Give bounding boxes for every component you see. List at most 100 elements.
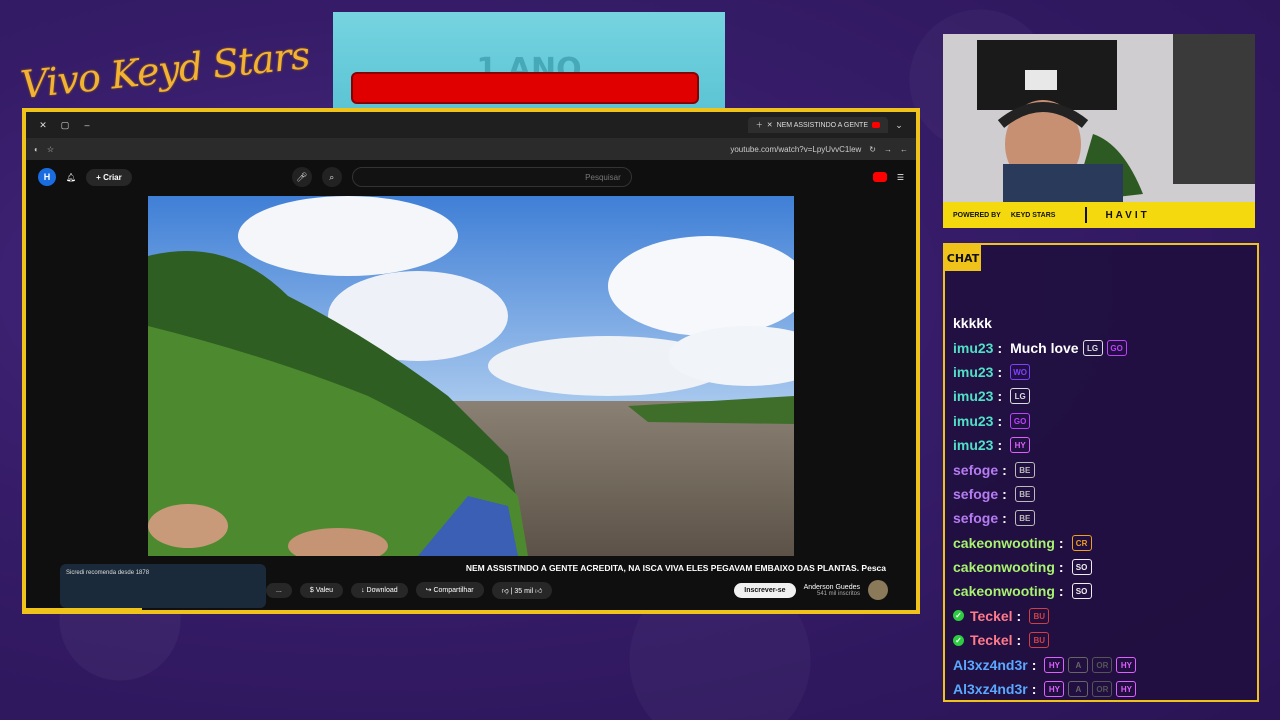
chat-separator: : <box>1031 656 1037 673</box>
reload-icon[interactable]: ↻ <box>869 145 876 154</box>
sponsor-bar: POWERED BY KEYD STARS HAVIT <box>943 202 1255 228</box>
anniversary-banner: 1 ANO <box>333 12 725 108</box>
chat-message: Al3xz4nd3r: HY A OR HY <box>953 652 1249 676</box>
mic-icon[interactable]: 🎤︎ <box>291 167 312 187</box>
chat-username[interactable]: Teckel <box>970 608 1013 624</box>
subscribe-button[interactable]: Inscrever-se <box>734 582 796 598</box>
emote-hype-icon: HY <box>1010 437 1031 454</box>
share-label: Compartilhar <box>433 587 474 594</box>
share-button[interactable]: ↪ Compartilhar <box>415 582 484 598</box>
powered-by-label: POWERED BY <box>953 211 1001 219</box>
video-title: NEM ASSISTINDO A GENTE ACREDITA, NA ISCA… <box>465 563 886 573</box>
sponsor-divider <box>1085 207 1088 223</box>
emote-hype-icon: HY <box>1044 681 1065 698</box>
chat-username[interactable]: Teckel <box>970 632 1013 648</box>
search-input[interactable]: Pesquisar <box>351 167 632 187</box>
forward-icon[interactable]: → <box>884 145 892 154</box>
chat-message: ✓ Teckel: BU <box>953 628 1249 652</box>
chat-username[interactable]: imu23 <box>953 340 993 356</box>
chat-username[interactable]: imu23 <box>953 437 993 453</box>
emote-crown-icon: CR <box>1071 534 1092 551</box>
account-avatar[interactable]: H <box>38 168 56 186</box>
chat-text: kkkkk <box>953 315 992 332</box>
chat-text: Much love <box>1010 339 1079 356</box>
channel-avatar[interactable] <box>868 580 888 600</box>
new-tab-icon[interactable]: ＋ <box>756 120 763 130</box>
chat-separator: : <box>1002 510 1007 527</box>
thanks-label: Valeu <box>315 586 334 594</box>
chat-username[interactable]: cakeonwooting <box>953 583 1055 599</box>
emote-sock-icon: SO <box>1071 559 1092 576</box>
chat-panel: CHAT kkkkk imu23: Much love LG GO imu23: WO imu… <box>943 243 1259 702</box>
chat-messages: kkkkk imu23: Much love LG GO imu23: WO imu23: LG… <box>953 311 1249 701</box>
ad-card[interactable]: Sicredi recomenda desde 1878 <box>60 564 266 608</box>
chat-message: Al3xz4nd3r: HY A OR HY <box>953 677 1249 701</box>
chat-separator: : <box>1058 559 1064 576</box>
chat-message: sefoge: BE <box>953 506 1249 530</box>
search-placeholder: Pesquisar <box>585 172 621 182</box>
emote-a-icon: A <box>1068 681 1089 698</box>
emote-bus-icon: BU <box>1029 632 1050 649</box>
chat-username[interactable]: imu23 <box>953 413 993 429</box>
like-dislike-button[interactable]: 👎︎ | 35 mil 👍︎ <box>491 581 553 599</box>
chat-message: cakeonwooting: CR <box>953 531 1249 555</box>
keyd-logo: KEYD STARS <box>1010 211 1056 219</box>
chat-separator: : <box>997 388 1003 405</box>
download-button[interactable]: ↓ Download <box>351 582 408 598</box>
likes-count: 35 mil <box>514 587 534 595</box>
menu-icon[interactable]: ☰ <box>897 173 904 182</box>
channel-name: Anderson Guedes <box>803 583 860 591</box>
thanks-button[interactable]: $ Valeu <box>299 582 344 598</box>
emote-bus-icon: BU <box>1029 607 1050 624</box>
havit-logo: HAVIT <box>1105 209 1150 221</box>
chat-separator: : <box>997 412 1003 429</box>
video-actions: ... $ Valeu ↓ Download ↪ Compartilhar 👎︎… <box>266 578 888 602</box>
tab-title: NEM ASSISTINDO A GENTE <box>776 121 868 129</box>
emote-hype-icon: HY <box>1116 681 1137 698</box>
youtube-favicon-icon <box>872 122 880 128</box>
tab-close-icon[interactable]: ✕ <box>767 121 773 129</box>
star-icon[interactable]: ☆ <box>47 145 54 154</box>
more-button[interactable]: ... <box>266 582 292 598</box>
chat-username[interactable]: sefoge <box>953 462 998 478</box>
youtube-logo[interactable] <box>872 172 887 182</box>
minimize-icon[interactable]: – <box>76 120 98 130</box>
emote-beer-icon: BE <box>1014 485 1035 502</box>
back-icon[interactable]: ← <box>900 145 908 154</box>
video-player[interactable] <box>148 196 794 556</box>
chat-username[interactable]: imu23 <box>953 364 993 380</box>
chat-message: ✓ Teckel: BU <box>953 604 1249 628</box>
close-icon[interactable]: ✕ <box>32 120 54 131</box>
chat-separator: : <box>1002 485 1007 502</box>
chat-username[interactable]: cakeonwooting <box>953 535 1055 551</box>
chevron-down-icon[interactable]: ⌄ <box>888 120 910 131</box>
chat-username[interactable]: cakeonwooting <box>953 559 1055 575</box>
chat-separator: : <box>1002 461 1007 478</box>
emote-lg-icon: LG <box>1082 339 1103 356</box>
chat-username[interactable]: sefoge <box>953 486 998 502</box>
ad-text: Sicredi recomenda desde 1878 <box>66 570 150 576</box>
create-button[interactable]: + Criar <box>86 168 132 186</box>
browser-capture: ✕ ▢ – ＋ ✕ NEM ASSISTINDO A GENTE ⌄ ◐ ☆ y… <box>22 108 920 614</box>
chat-username[interactable]: Al3xz4nd3r <box>953 681 1028 697</box>
browser-tab[interactable]: ＋ ✕ NEM ASSISTINDO A GENTE <box>747 117 888 133</box>
url-field[interactable]: youtube.com/watch?v=LpyUvvC1lew <box>62 145 861 154</box>
emote-wow-icon: WO <box>1010 363 1031 380</box>
maximize-icon[interactable]: ▢ <box>54 120 76 131</box>
chat-username[interactable]: Al3xz4nd3r <box>953 657 1028 673</box>
chat-message: imu23: LG <box>953 384 1249 408</box>
chat-message: sefoge: BE <box>953 457 1249 481</box>
chat-separator: : <box>1016 632 1022 649</box>
extension-icon[interactable]: ◐ <box>34 145 39 154</box>
channel-info[interactable]: Anderson Guedes 541 mil inscritos <box>804 584 860 597</box>
emote-hype-icon: HY <box>1044 656 1065 673</box>
emote-a-icon: A <box>1068 656 1089 673</box>
chat-separator: : <box>997 363 1003 380</box>
chat-username[interactable]: imu23 <box>953 388 993 404</box>
chat-username[interactable]: sefoge <box>953 510 998 526</box>
emote-good-icon: GO <box>1106 339 1127 356</box>
bell-icon[interactable]: 🔔︎ <box>66 173 76 182</box>
search-icon[interactable]: ⌕ <box>321 167 342 187</box>
chat-separator: : <box>1031 681 1037 698</box>
video-frame <box>148 196 794 556</box>
